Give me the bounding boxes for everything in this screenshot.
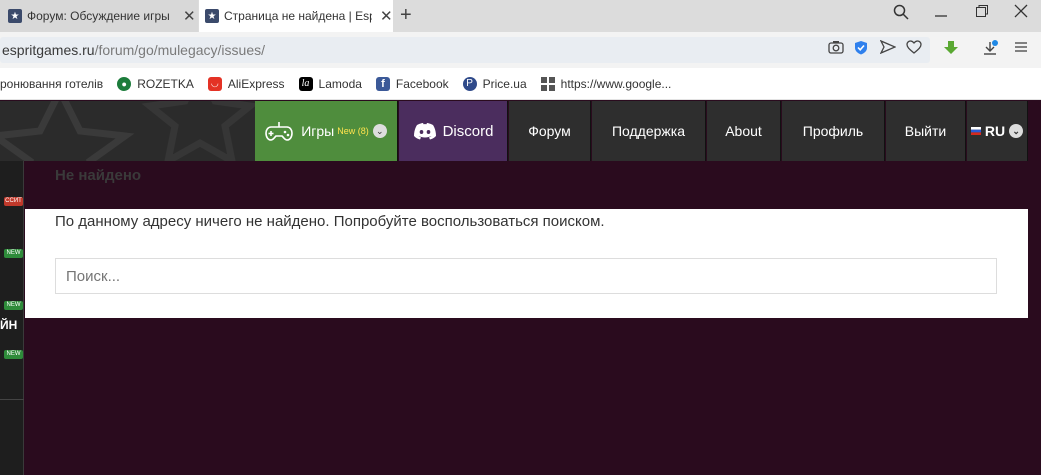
bookmark-google[interactable]: https://www.google... [540,76,672,91]
hot-badge: ССИТ [4,197,23,206]
downloads-icon[interactable] [982,40,998,60]
not-found-panel: По данному адресу ничего не найдено. Поп… [25,209,1028,318]
lamoda-icon: la [298,76,313,91]
menu-icon[interactable] [1014,40,1028,58]
gamepad-icon [265,120,294,142]
bookmark-price[interactable]: P Price.ua [462,76,527,91]
site-viewport: Игры New (8) ⌄ Discord Форум Поддержка A… [0,101,1041,475]
url-path: /forum/go/mulegacy/issues/ [94,42,265,58]
bookmark-label: ронювання готелів [0,76,104,91]
site-favicon-icon: ★ [8,9,22,23]
nav-about-label: About [725,123,762,139]
language-label: RU [984,123,1006,139]
nav-profile[interactable]: Профиль [782,101,885,161]
nav-forum[interactable]: Форум [509,101,591,161]
nav-logout-label: Выйти [904,123,947,139]
header-background [0,101,256,161]
left-sidebar: ССИТ NEW NEW ЙН NEW [0,161,24,475]
new-badge: NEW [4,301,23,310]
search-input[interactable] [55,258,997,294]
chevron-down-icon[interactable]: ⌄ [372,124,387,138]
nav-support-label: Поддержка [611,123,686,139]
not-found-message: По данному адресу ничего не найдено. Поп… [55,213,605,230]
url-field[interactable]: espritgames.ru/forum/go/mulegacy/issues/ [0,37,930,63]
bookmark-aliexpress[interactable]: ◡ AliExpress [207,76,285,91]
tab-not-found[interactable]: ★ Страница не найдена | Esp ✕ [199,0,393,32]
bookmark-label: Facebook [395,76,449,91]
search-icon[interactable] [893,4,909,25]
close-window-icon[interactable] [1014,4,1028,23]
nav-profile-label: Профиль [802,123,864,139]
russian-flag-icon [970,127,981,135]
page-title: Не найдено [55,167,142,184]
minimize-icon[interactable] [934,4,948,25]
nav-games-label: Игры [301,123,335,139]
new-badge: NEW [4,249,23,258]
close-tab-icon[interactable]: ✕ [380,7,393,25]
send-icon[interactable] [879,39,897,58]
nav-discord[interactable]: Discord [399,101,508,161]
new-badge: NEW [4,350,23,359]
language-selector[interactable]: RU ⌄ [967,101,1028,161]
bookmark-label: Lamoda [318,76,362,91]
right-edge [1028,161,1041,475]
chevron-down-icon[interactable]: ⌄ [1009,124,1024,138]
bookmark-facebook[interactable]: f Facebook [375,76,449,91]
price-icon: P [462,76,477,91]
bookmark-hotels[interactable]: ронювання готелів [0,77,103,91]
restore-icon[interactable] [975,4,989,23]
url-host: espritgames.ru [2,42,95,58]
tab-title: Форум: Обсуждение игры [27,9,170,23]
bookmarks-bar: ронювання готелів ● ROZETKA ◡ AliExpress… [0,68,1041,100]
bookmark-label: Price.ua [482,76,527,91]
new-games-badge: New (8) [337,126,369,136]
close-tab-icon[interactable]: ✕ [183,7,196,25]
apps-icon [540,76,555,91]
tab-forum[interactable]: ★ Форум: Обсуждение игры ✕ [0,0,198,32]
nav-forum-label: Форум [528,123,571,139]
tab-title: Страница не найдена | Esp [224,9,372,23]
tab-strip: ★ Форум: Обсуждение игры ✕ ★ Страница не… [0,0,1041,32]
new-tab-icon[interactable]: + [400,4,412,27]
rozetka-icon: ● [117,76,132,91]
bookmark-lamoda[interactable]: la Lamoda [298,76,362,91]
site-favicon-icon: ★ [205,9,219,23]
download-extension-icon[interactable] [943,40,959,60]
nav-discord-label: Discord [442,122,494,140]
heart-icon[interactable] [906,40,922,58]
facebook-icon: f [375,76,390,91]
sidebar-divider [0,399,24,400]
nav-support[interactable]: Поддержка [592,101,706,161]
bookmark-label: AliExpress [227,76,285,91]
camera-icon[interactable] [828,40,844,58]
nav-about[interactable]: About [707,101,781,161]
nav-games[interactable]: Игры New (8) ⌄ [255,101,398,161]
shield-check-icon[interactable] [854,40,868,59]
aliexpress-icon: ◡ [207,76,222,91]
bookmark-label: ROZETKA [137,76,194,91]
sidebar-text: ЙН [0,318,18,332]
bookmark-label: https://www.google... [560,76,672,91]
discord-icon [413,122,437,140]
bookmark-rozetka[interactable]: ● ROZETKA [117,76,194,91]
nav-logout[interactable]: Выйти [886,101,966,161]
panel-header: Не найдено [25,161,1028,209]
